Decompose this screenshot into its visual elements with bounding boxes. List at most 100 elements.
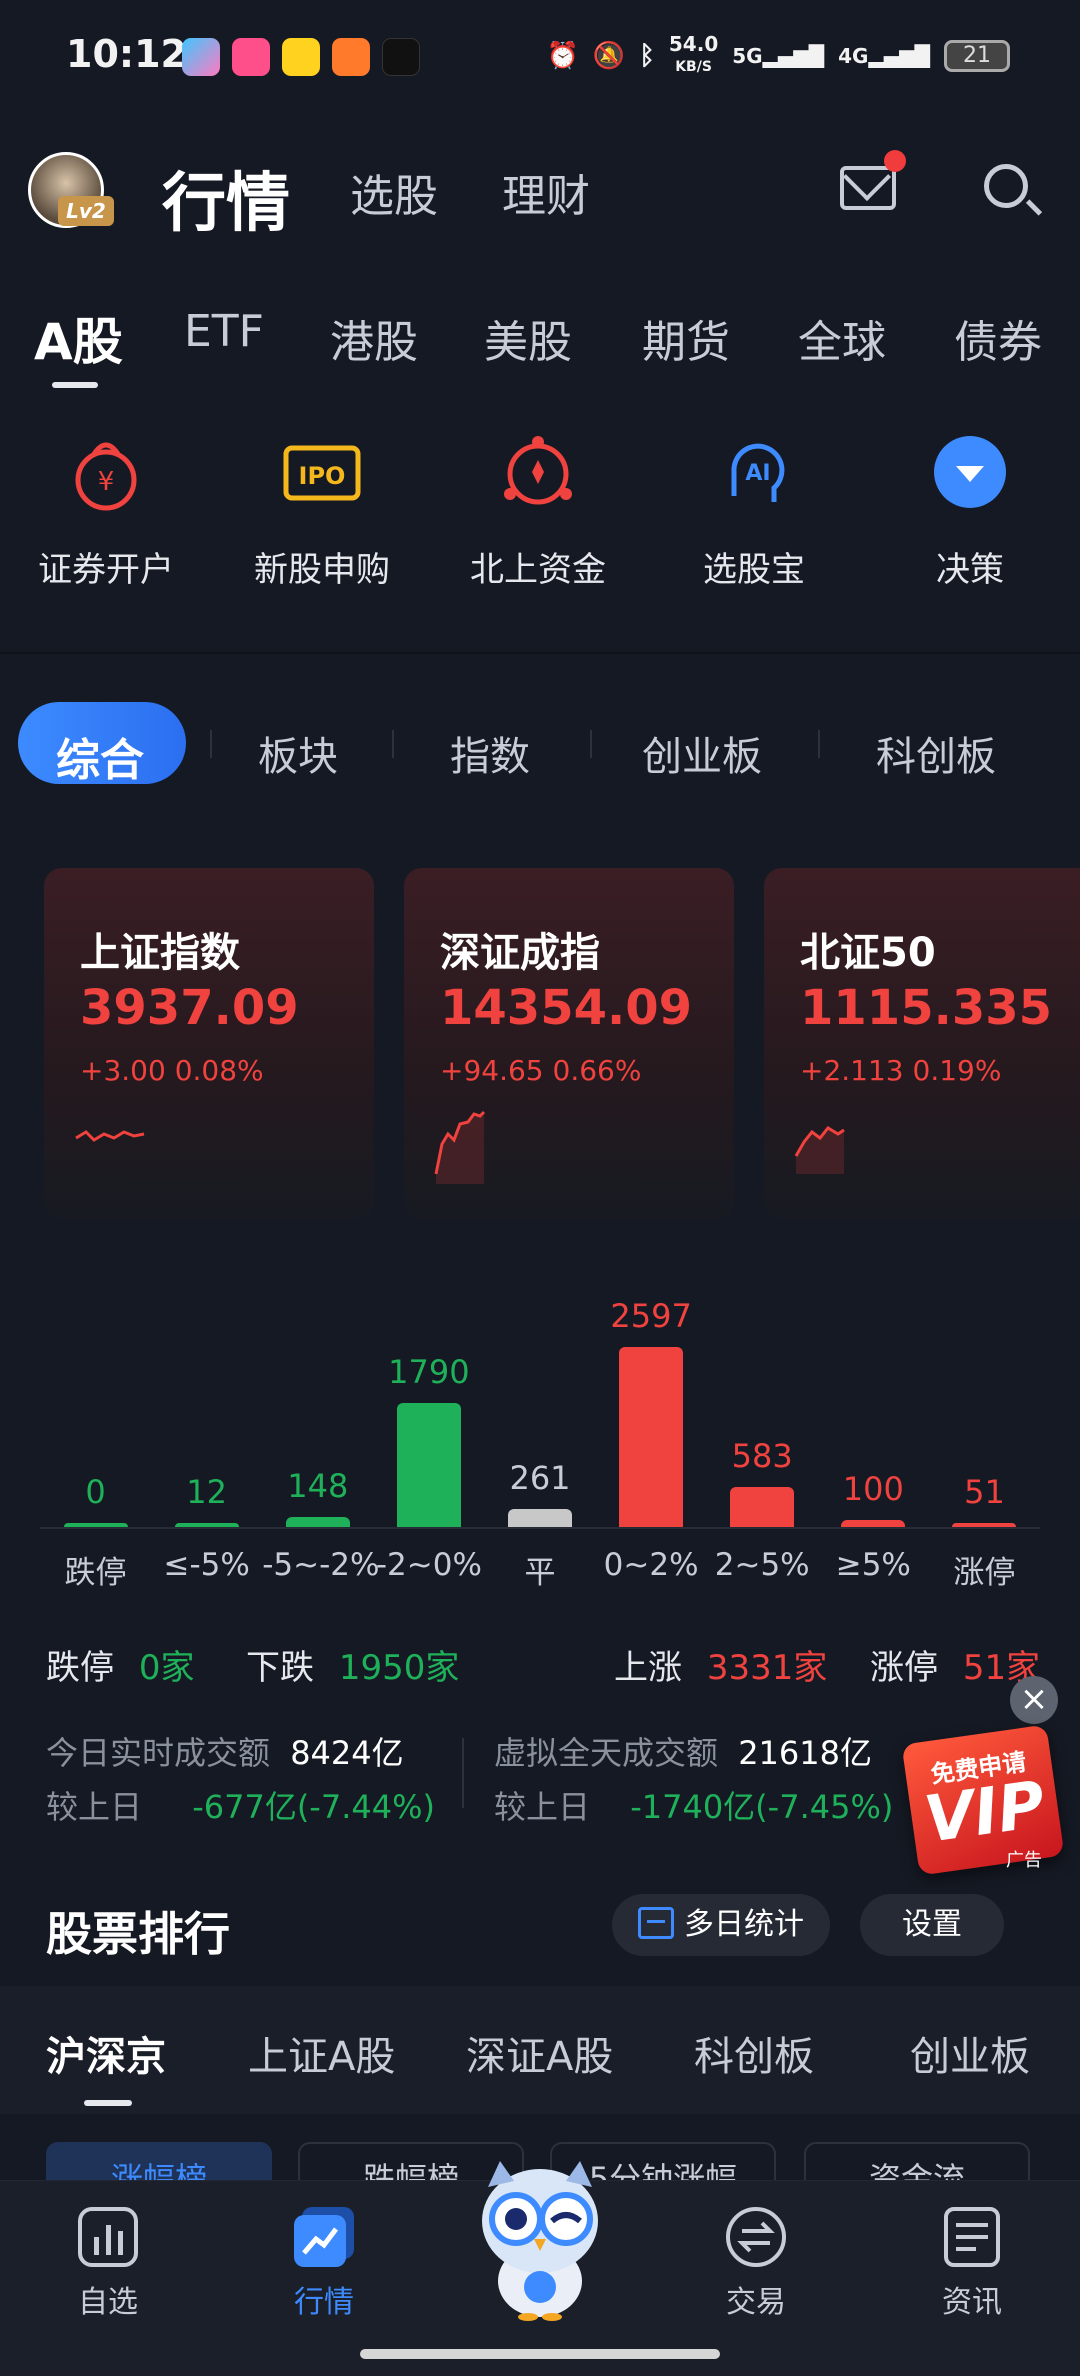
subtab-indices[interactable]: 指数 — [450, 724, 530, 782]
nav-trade[interactable]: 交易 — [676, 2205, 836, 2321]
status-bar: 10:12 ⏰ 🔕 ᛒ 54.0 KB/S 5G▂▄▆█ 4G▂▄▆█ 21 — [0, 0, 1080, 120]
market-tab-us[interactable]: 美股 — [484, 306, 572, 370]
rank-tab-star[interactable]: 科创板 — [694, 2024, 814, 2082]
ranking-title: 股票排行 — [46, 1907, 230, 1961]
svg-text:AI: AI — [745, 461, 770, 486]
status-app-icons — [182, 38, 420, 76]
chart-value-label: 0 — [85, 1473, 106, 1511]
rise-fall-distribution-chart: 0 跌停 12 ≤-5% 148 -5~-2% 1790 -2~0% 261 平 2597 0~2% 5… — [40, 1270, 1040, 1610]
subtab-overview[interactable]: 综合 — [56, 724, 144, 788]
unread-dot — [884, 150, 906, 172]
chip-fund-flow[interactable]: 资金流 — [804, 2142, 1030, 2182]
market-tab-a-share[interactable]: A股 — [34, 302, 123, 374]
market-tab-futures[interactable]: 期货 — [642, 306, 730, 370]
limit-up-summary: 涨停 51家 — [870, 1640, 1040, 1689]
index-card-bse50[interactable]: 北证50 1115.335 +2.113 0.19% — [764, 868, 1080, 1220]
chart-bar — [396, 1402, 461, 1527]
northbound-icon — [498, 432, 578, 512]
chart-value-label: 12 — [186, 1473, 228, 1511]
market-tab-etf[interactable]: ETF — [184, 306, 264, 357]
virtual-turnover-value: 21618亿 — [738, 1734, 872, 1772]
shortcut-northbound[interactable]: 北上资金 — [438, 432, 638, 591]
subtab-star-market[interactable]: 科创板 — [876, 724, 996, 782]
vip-ad-banner[interactable]: 免费申请 VIP 广告 — [901, 1724, 1065, 1876]
chart-bar — [63, 1523, 128, 1527]
limit-down-summary: 跌停 0家 — [46, 1640, 194, 1689]
index-sparkline — [434, 1110, 486, 1184]
shortcut-label: 新股申购 — [254, 550, 390, 590]
shortcut-open-account[interactable]: ¥ 证券开户 — [6, 432, 206, 591]
subtab-separator — [818, 730, 820, 758]
chart-value-label: 2597 — [610, 1297, 692, 1335]
shortcut-stock-picker[interactable]: AI 选股宝 — [654, 432, 854, 591]
nav-label: 交易 — [726, 2285, 786, 2320]
multi-day-stats-button[interactable]: 多日统计 — [612, 1894, 830, 1956]
nav-watchlist[interactable]: 自选 — [28, 2205, 188, 2321]
status-time: 10:12 — [66, 32, 187, 76]
virtual-compare-label: 较上日 — [494, 1788, 591, 1826]
home-indicator[interactable] — [360, 2349, 720, 2359]
close-ad-button[interactable]: × — [1010, 1676, 1058, 1724]
rank-tab-chinext[interactable]: 创业板 — [910, 2024, 1030, 2082]
app-notification-icon — [332, 38, 370, 76]
news-icon — [940, 2205, 1004, 2269]
bar-chart-icon — [76, 2205, 140, 2269]
bluetooth-icon: ᛒ — [639, 40, 655, 71]
shortcut-decision[interactable]: 决策 — [870, 432, 1070, 591]
subtab-separator — [392, 730, 394, 758]
nav-market[interactable]: 行情 — [244, 2205, 404, 2321]
chart-category-label: -5~-2% — [262, 1547, 380, 1583]
nav-label: 行情 — [294, 2285, 354, 2320]
shortcut-ipo[interactable]: IPO 新股申购 — [222, 432, 422, 591]
chart-bar — [174, 1523, 239, 1527]
active-tab-indicator — [52, 382, 98, 388]
search-icon[interactable] — [984, 164, 1028, 208]
limit-down-count: 0家 — [138, 1648, 195, 1688]
tab-market[interactable]: 行情 — [162, 152, 290, 244]
index-value: 1115.335 — [800, 980, 1053, 1036]
app-notification-icon — [232, 38, 270, 76]
rank-tab-all[interactable]: 沪深京 — [46, 2024, 166, 2082]
signal-4g-label: 4G — [838, 43, 869, 68]
active-rank-tab-indicator — [84, 2100, 132, 2106]
chip-gainers[interactable]: 涨幅榜 — [46, 2142, 272, 2182]
rank-tab-sh-a[interactable]: 上证A股 — [248, 2024, 395, 2082]
chart-category-label: 平 — [524, 1555, 556, 1591]
settings-button[interactable]: 设置 — [860, 1894, 1004, 1956]
chart-bar — [730, 1486, 795, 1527]
ipo-icon: IPO — [282, 432, 362, 512]
tab-wealth[interactable]: 理财 — [502, 160, 590, 224]
chart-category-label: -2~0% — [375, 1547, 482, 1583]
virtual-full-day-turnover: 虚拟全天成交额 21618亿 较上日 -1740亿(-7.45%) — [494, 1728, 893, 1828]
subtab-sectors[interactable]: 板块 — [258, 724, 338, 782]
advance-label: 上涨 — [614, 1648, 682, 1688]
limit-down-label: 跌停 — [46, 1648, 114, 1688]
volume-separator — [462, 1738, 464, 1808]
ad-tag: 广告 — [1006, 1850, 1042, 1871]
mail-icon[interactable] — [840, 166, 896, 210]
rank-tab-sz-a[interactable]: 深证A股 — [466, 2024, 613, 2082]
index-name: 上证指数 — [80, 930, 240, 976]
nav-label: 资讯 — [942, 2285, 1002, 2320]
market-tab-bonds[interactable]: 债券 — [954, 306, 1042, 370]
today-turnover: 今日实时成交额 8424亿 较上日 -677亿(-7.44%) — [46, 1728, 435, 1828]
alarm-icon: ⏰ — [546, 40, 579, 71]
subtab-chinext[interactable]: 创业板 — [642, 724, 762, 782]
market-tab-hk[interactable]: 港股 — [330, 306, 418, 370]
shortcut-label: 决策 — [936, 550, 1004, 590]
chart-category-label: 涨停 — [953, 1555, 1016, 1591]
net-speed-value: 54.0 — [668, 32, 719, 56]
market-tab-global[interactable]: 全球 — [798, 306, 886, 370]
decline-summary: 下跌 1950家 — [246, 1640, 459, 1689]
chart-bar — [952, 1523, 1017, 1527]
nav-news[interactable]: 资讯 — [892, 2205, 1052, 2321]
battery-icon: 21 — [944, 39, 1010, 72]
tab-stock-picking[interactable]: 选股 — [350, 160, 438, 224]
chart-baseline — [40, 1527, 1040, 1529]
index-card-shanghai[interactable]: 上证指数 3937.09 +3.00 0.08% — [44, 868, 374, 1220]
index-card-shenzhen[interactable]: 深证成指 14354.09 +94.65 0.66% — [404, 868, 734, 1220]
mascot-owl-icon[interactable] — [470, 2151, 610, 2321]
chart-value-label: 100 — [842, 1470, 904, 1509]
decision-icon — [930, 432, 1010, 512]
chart-category-label: ≥5% — [835, 1547, 911, 1583]
